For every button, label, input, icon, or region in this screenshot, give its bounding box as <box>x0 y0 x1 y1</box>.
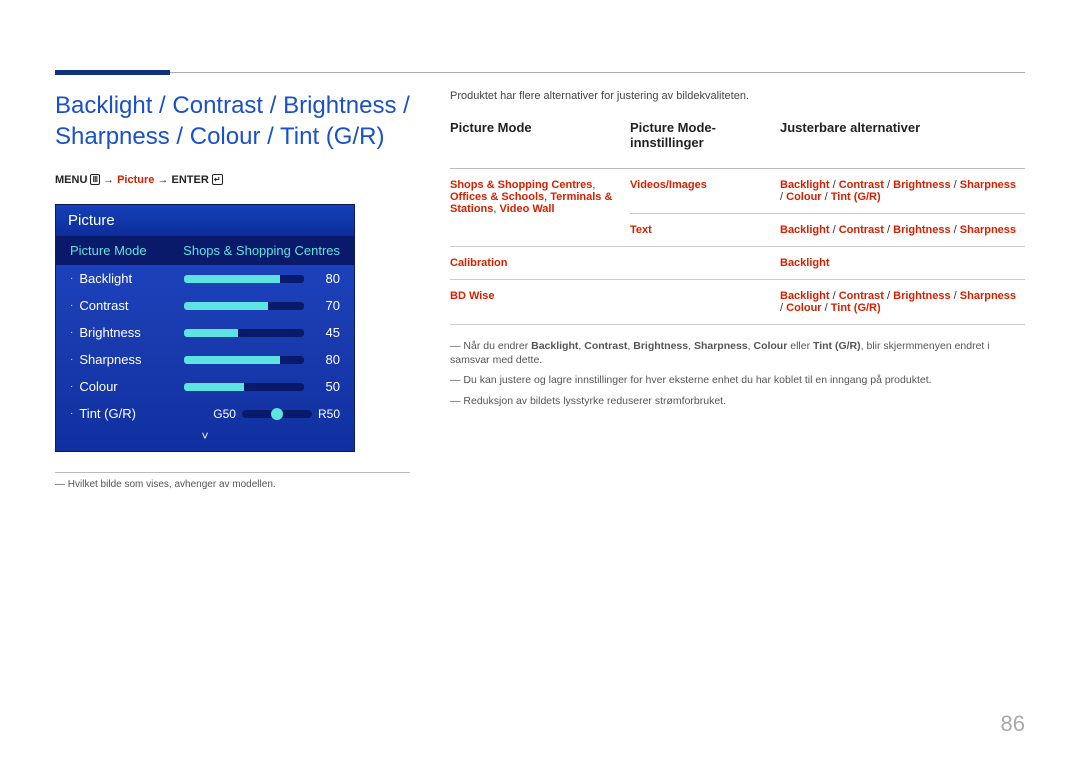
table-header-adjustable: Justerbare alternativer <box>780 120 1025 169</box>
osd-item-label: Contrast <box>79 298 184 313</box>
slider-knob-icon <box>271 408 283 420</box>
enter-label: ENTER <box>172 174 209 186</box>
chevron-down-icon[interactable]: ˅ <box>56 427 354 451</box>
menu-icon: Ⅲ <box>90 174 100 185</box>
intro-text: Produktet har flere alternativer for jus… <box>450 90 1025 102</box>
cell-adjustable: Backlight <box>780 247 1025 280</box>
osd-footnote: ― Hvilket bilde som vises, avhenger av m… <box>55 479 410 490</box>
osd-slider-row[interactable]: · Colour 50 <box>56 373 354 400</box>
osd-item-label: Sharpness <box>79 352 184 367</box>
tint-slider[interactable] <box>242 410 312 418</box>
section-title: Backlight / Contrast / Brightness / Shar… <box>55 90 410 152</box>
bullet-icon: · <box>70 381 73 392</box>
tint-r-value: R50 <box>318 407 340 421</box>
arrow-icon: → <box>157 174 168 186</box>
osd-slider[interactable] <box>184 383 304 391</box>
slider-fill <box>184 383 244 391</box>
cell-setting <box>630 280 780 325</box>
table-row: Calibration Backlight <box>450 247 1025 280</box>
osd-slider-row[interactable]: · Contrast 70 <box>56 292 354 319</box>
slider-fill <box>184 275 280 283</box>
osd-panel: Picture Picture Mode Shops & Shopping Ce… <box>55 204 355 452</box>
cell-setting: Videos/Images <box>630 169 780 214</box>
bullet-icon: · <box>70 300 73 311</box>
options-table: Picture Mode Picture Mode-innstillinger … <box>450 120 1025 325</box>
osd-slider[interactable] <box>184 356 304 364</box>
note-line: ― Du kan justere og lagre innstillinger … <box>450 373 1025 387</box>
osd-mode-label: Picture Mode <box>70 243 147 258</box>
osd-slider[interactable] <box>184 275 304 283</box>
cell-setting <box>630 247 780 280</box>
osd-item-label: Backlight <box>79 271 184 286</box>
slider-fill <box>184 356 280 364</box>
horizontal-rule <box>55 72 1025 73</box>
cell-mode: BD Wise <box>450 280 630 325</box>
accent-bar <box>55 70 170 75</box>
cell-adjustable: Backlight / Contrast / Brightness / Shar… <box>780 280 1025 325</box>
menu-breadcrumb: MENU Ⅲ → Picture → ENTER ↵ <box>55 174 410 186</box>
note-line: ― Reduksjon av bildets lysstyrke reduser… <box>450 394 1025 408</box>
osd-slider[interactable] <box>184 302 304 310</box>
page-number: 86 <box>1001 711 1025 737</box>
table-header-mode: Picture Mode <box>450 120 630 169</box>
osd-tint-row[interactable]: · Tint (G/R) G50 R50 <box>56 400 354 427</box>
enter-icon: ↵ <box>212 174 223 185</box>
cell-setting: Text <box>630 214 780 247</box>
osd-slider[interactable] <box>184 329 304 337</box>
cell-adjustable: Backlight / Contrast / Brightness / Shar… <box>780 214 1025 247</box>
osd-item-value: 50 <box>314 379 340 394</box>
menu-label: MENU <box>55 174 87 186</box>
osd-item-label: Tint (G/R) <box>79 406 184 421</box>
cell-mode: Calibration <box>450 247 630 280</box>
bullet-icon: · <box>70 354 73 365</box>
cell-mode: Shops & Shopping Centres, Offices & Scho… <box>450 169 630 247</box>
osd-item-value: 80 <box>314 352 340 367</box>
arrow-icon: → <box>103 174 114 186</box>
bullet-icon: · <box>70 273 73 284</box>
osd-item-value: 80 <box>314 271 340 286</box>
osd-title: Picture <box>56 205 354 236</box>
picture-label: Picture <box>117 174 154 186</box>
note-line: ― Når du endrer Backlight, Contrast, Bri… <box>450 339 1025 367</box>
table-row: BD Wise Backlight / Contrast / Brightness… <box>450 280 1025 325</box>
osd-slider-row[interactable]: · Sharpness 80 <box>56 346 354 373</box>
osd-item-label: Colour <box>79 379 184 394</box>
osd-slider-row[interactable]: · Backlight 80 <box>56 265 354 292</box>
osd-item-label: Brightness <box>79 325 184 340</box>
osd-item-value: 70 <box>314 298 340 313</box>
slider-fill <box>184 329 238 337</box>
slider-fill <box>184 302 268 310</box>
tint-g-value: G50 <box>213 407 236 421</box>
osd-mode-value: Shops & Shopping Centres <box>183 243 340 258</box>
osd-picture-mode-row[interactable]: Picture Mode Shops & Shopping Centres <box>56 236 354 265</box>
table-row: Shops & Shopping Centres, Offices & Scho… <box>450 169 1025 214</box>
notes-block: ― Når du endrer Backlight, Contrast, Bri… <box>450 339 1025 408</box>
cell-adjustable: Backlight / Contrast / Brightness / Shar… <box>780 169 1025 214</box>
osd-item-value: 45 <box>314 325 340 340</box>
osd-slider-row[interactable]: · Brightness 45 <box>56 319 354 346</box>
bullet-icon: · <box>70 408 73 419</box>
table-header-settings: Picture Mode-innstillinger <box>630 120 780 169</box>
bullet-icon: · <box>70 327 73 338</box>
divider <box>55 472 410 473</box>
